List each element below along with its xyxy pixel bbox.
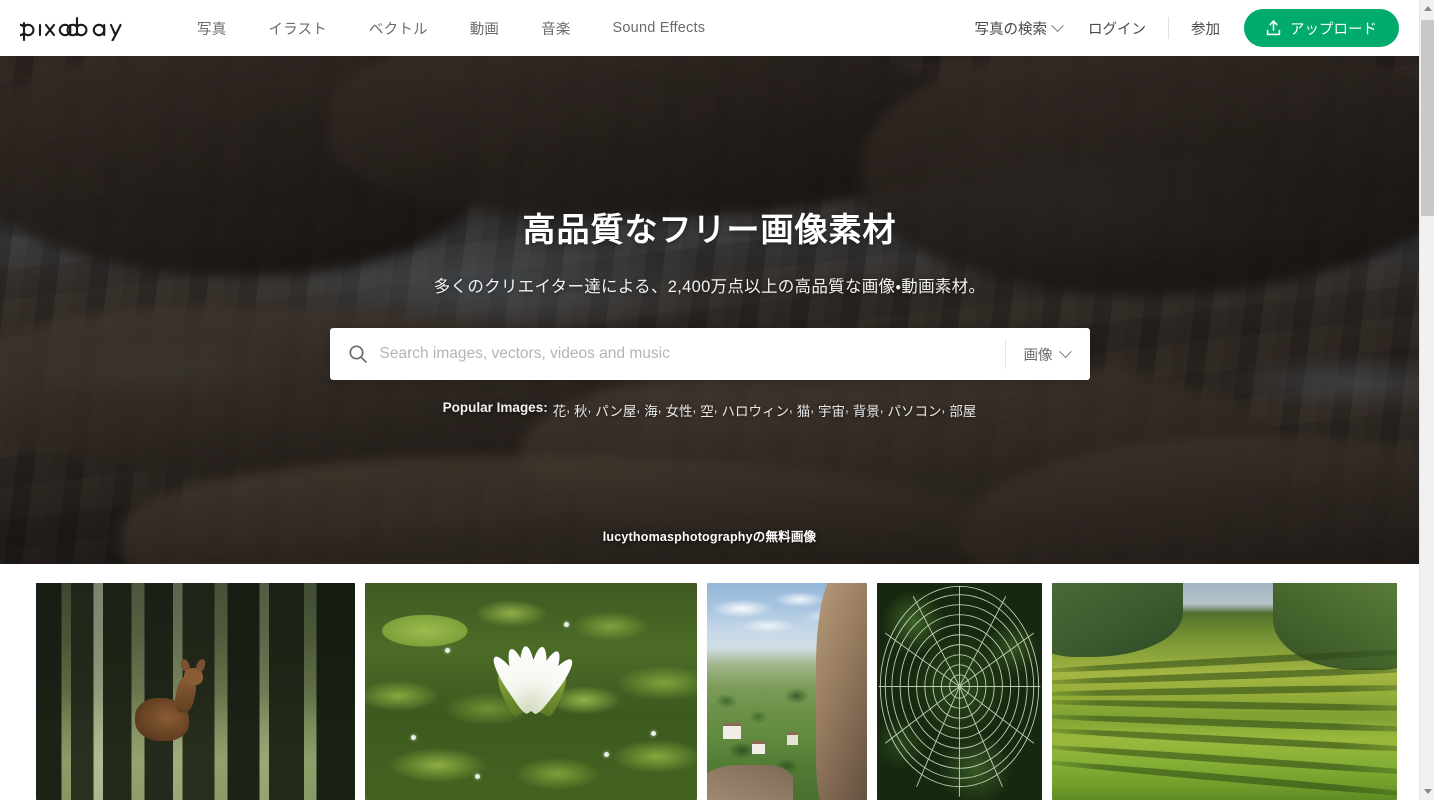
page-content: 写真 イラスト ベクトル 動画 音楽 Sound Effects 写真の検索 ロ… <box>0 0 1419 800</box>
rice-terrace-image <box>1052 583 1397 800</box>
upload-icon <box>1266 20 1281 36</box>
nav-item-vectors[interactable]: ベクトル <box>348 18 449 39</box>
join-link[interactable]: 参加 <box>1169 18 1220 39</box>
spider-web-icon <box>878 585 1041 797</box>
thumbnail-item[interactable] <box>36 583 355 800</box>
nav-item-illustrations[interactable]: イラスト <box>247 18 348 39</box>
pixabay-logo-icon <box>20 16 122 41</box>
popular-tag[interactable]: 空 <box>700 400 714 420</box>
popular-tag[interactable]: 部屋 <box>949 400 976 420</box>
nav-item-sound-effects[interactable]: Sound Effects <box>592 20 727 36</box>
spider-web-image <box>877 583 1042 800</box>
login-link[interactable]: ログイン <box>1088 18 1168 39</box>
scrollbar-down-arrow[interactable] <box>1420 783 1434 800</box>
search-input[interactable] <box>379 345 1005 363</box>
popular-tag[interactable]: パソコン <box>888 400 942 420</box>
thumbnail-item[interactable] <box>707 583 867 800</box>
popular-tag[interactable]: 猫 <box>797 400 811 420</box>
village-valley-image <box>707 583 867 800</box>
popular-tag[interactable]: 秋 <box>574 400 588 420</box>
thumbnail-item[interactable] <box>877 583 1042 800</box>
popular-tag[interactable]: 花 <box>553 400 567 420</box>
nav-item-music[interactable]: 音楽 <box>520 18 591 39</box>
search-icon[interactable] <box>348 344 368 364</box>
chevron-down-icon <box>1058 344 1072 358</box>
photo-search-dropdown[interactable]: 写真の検索 <box>974 18 1064 39</box>
main-nav: 写真 イラスト ベクトル 動画 音楽 Sound Effects <box>176 18 726 39</box>
scrollbar-thumb[interactable] <box>1421 20 1434 216</box>
search-type-label: 画像 <box>1023 347 1053 364</box>
popular-tag[interactable]: 女性 <box>665 400 692 420</box>
chevron-down-icon <box>1051 18 1064 32</box>
hero-title: 高品質なフリー画像素材 <box>522 211 897 248</box>
nav-item-photos[interactable]: 写真 <box>176 18 247 39</box>
popular-images-list: Popular Images: 花, 秋, パン屋, 海, 女性, 空, ハロウ… <box>442 400 977 420</box>
thumbnail-item[interactable] <box>365 583 697 800</box>
hero-content: 高品質なフリー画像素材 多くのクリエイター達による、2,400万点以上の高品質な… <box>0 56 1419 564</box>
popular-tag[interactable]: パン屋 <box>595 400 636 420</box>
site-header: 写真 イラスト ベクトル 動画 音楽 Sound Effects 写真の検索 ロ… <box>0 0 1419 56</box>
upload-button[interactable]: アップロード <box>1244 9 1399 47</box>
photo-search-label: 写真の検索 <box>974 21 1048 38</box>
popular-images-label: Popular Images: <box>442 400 548 415</box>
pixabay-logo[interactable] <box>20 15 130 41</box>
nav-item-videos[interactable]: 動画 <box>449 18 520 39</box>
popular-tag[interactable]: ハロウィン <box>721 400 789 420</box>
hero-subtitle: 多くのクリエイター達による、2,400万点以上の高品質な画像・動画素材。 <box>433 278 986 296</box>
thumbnail-item[interactable] <box>1052 583 1397 800</box>
hero-image-credit[interactable]: lucythomasphotographyの無料画像 <box>0 526 1419 545</box>
hero-section: 高品質なフリー画像素材 多くのクリエイター達による、2,400万点以上の高品質な… <box>0 56 1419 564</box>
water-lily-image <box>365 583 697 800</box>
scrollbar-up-arrow[interactable] <box>1420 0 1434 17</box>
popular-tag[interactable]: 海 <box>644 400 658 420</box>
browser-viewport: 写真 イラスト ベクトル 動画 音楽 Sound Effects 写真の検索 ロ… <box>0 0 1434 800</box>
page-scrollbar[interactable] <box>1419 0 1434 800</box>
triangle-up-icon <box>1423 6 1432 11</box>
popular-tag[interactable]: 背景 <box>853 400 880 420</box>
search-type-dropdown[interactable]: 画像 <box>1006 344 1090 365</box>
featured-images-strip <box>0 564 1419 800</box>
upload-button-label: アップロード <box>1290 21 1377 38</box>
forest-deer-image <box>36 583 355 800</box>
triangle-down-icon <box>1423 789 1432 794</box>
header-actions: 写真の検索 ログイン 参加 アップロード <box>975 9 1420 47</box>
search-bar: 画像 <box>329 328 1090 380</box>
popular-tag[interactable]: 宇宙 <box>818 400 845 420</box>
